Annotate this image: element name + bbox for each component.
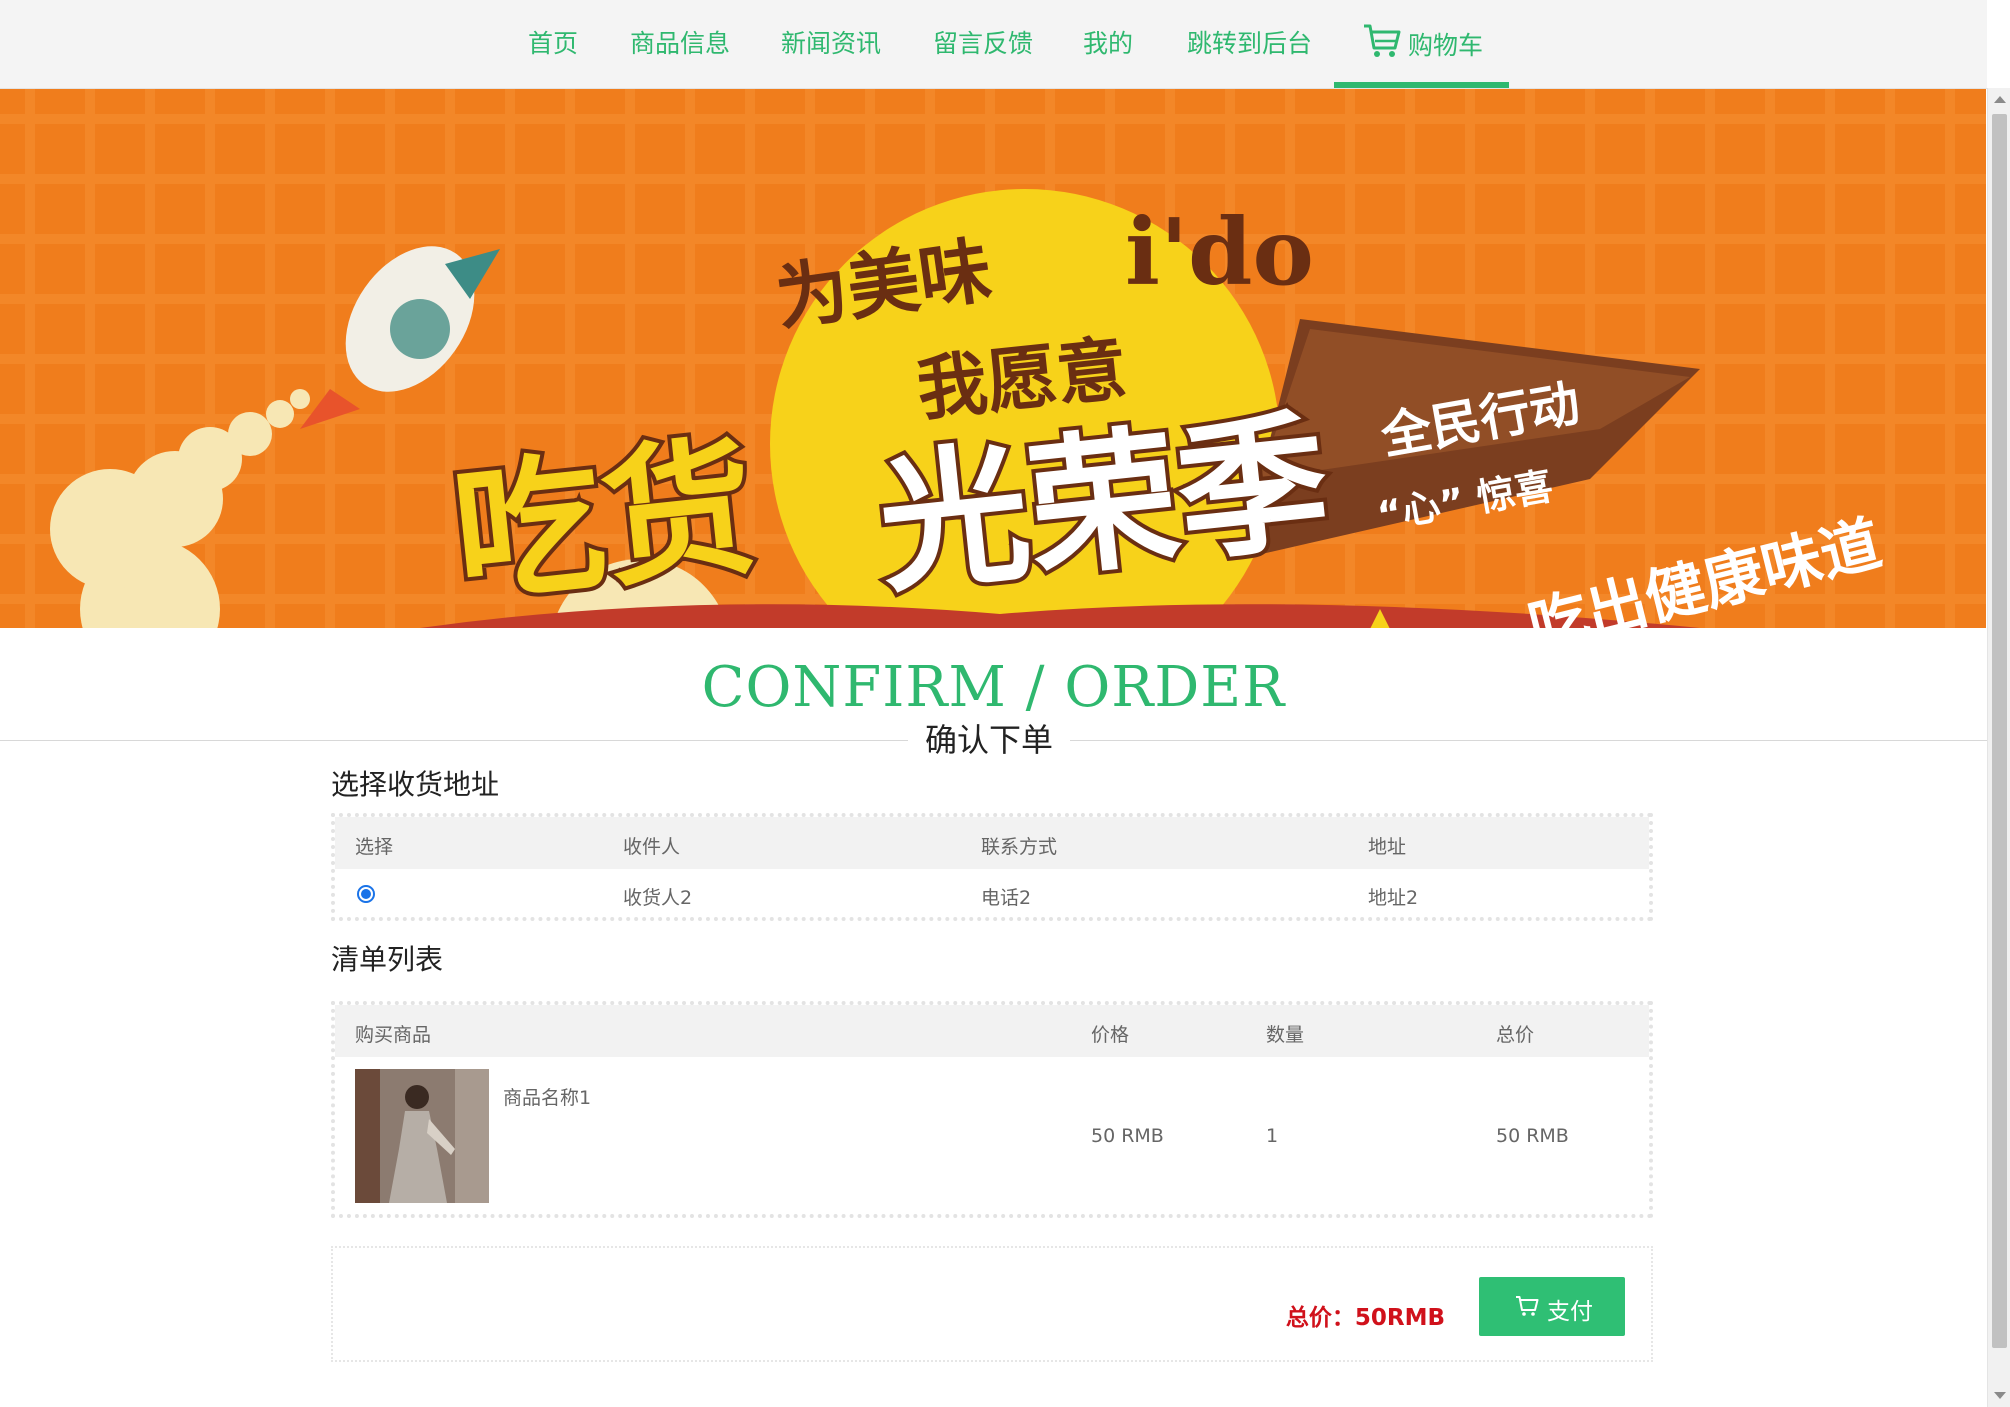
page-title-zh: 确认下单 [908,720,1070,760]
scroll-down-arrow-icon[interactable] [1994,1392,2006,1399]
address-col-recipient: 收件人 [623,836,681,858]
banner-brand: i'do [1125,198,1314,306]
order-col-price: 价格 [1091,1024,1130,1046]
scroll-up-arrow-icon[interactable] [1994,96,2006,103]
address-text: 地址2 [1368,887,1419,909]
order-section-title: 清单列表 [331,943,444,976]
address-section-title: 选择收货地址 [331,768,500,801]
banner-headline-a: 吃货 [446,420,763,624]
nav-active-indicator [1334,82,1509,88]
product-photo [355,1069,489,1203]
nav-admin[interactable]: 跳转到后台 [1187,0,1312,88]
pay-button-label: 支付 [1547,1299,1593,1325]
address-contact: 电话2 [981,887,1032,909]
address-col-contact: 联系方式 [981,836,1058,858]
product-name[interactable]: 商品名称1 [503,1083,591,1110]
total-price: 总价：50RMB [1285,1305,1445,1331]
order-col-total: 总价 [1496,1024,1535,1046]
nav-feedback[interactable]: 留言反馈 [933,0,1033,88]
order-col-qty: 数量 [1266,1024,1305,1046]
address-radio-checked-dot [361,889,371,899]
address-col-address: 地址 [1368,836,1407,858]
address-recipient: 收货人2 [623,887,693,909]
page-title-en: CONFIRM / ORDER [701,655,1286,720]
order-table: 购买商品 价格 数量 总价 商品名称1 50 RMB 1 50 RMB [331,1001,1653,1218]
address-radio[interactable] [357,885,375,903]
product-total: 50 RMB [1496,1125,1569,1147]
order-table-header: 购买商品 价格 数量 总价 [335,1005,1649,1057]
nav-cart-label: 购物车 [1408,31,1484,60]
payment-panel: 总价：50RMB 支付 [331,1246,1653,1362]
cart-icon [1516,1296,1539,1316]
pay-button[interactable]: 支付 [1479,1277,1625,1336]
banner-artwork: 为美味 我愿意 i'do 吃货 光荣季 全民行动 “心” 惊喜 吃出健康味道 [0,89,1986,628]
address-table: 选择 收件人 联系方式 地址 收货人2 电话2 地址2 [331,813,1653,921]
address-col-select: 选择 [355,836,394,858]
nav-products[interactable]: 商品信息 [630,0,730,88]
order-col-product: 购买商品 [355,1024,432,1046]
nav-home[interactable]: 首页 [528,0,578,88]
page-scrollbar[interactable] [1987,88,2010,1407]
nav-cart[interactable]: 购物车 [1334,0,1509,88]
nav-mine[interactable]: 我的 [1083,0,1133,88]
promo-banner[interactable]: 为美味 我愿意 i'do 吃货 光荣季 全民行动 “心” 惊喜 吃出健康味道 [0,89,1986,628]
nav-news[interactable]: 新闻资讯 [781,0,881,88]
top-navigation: 首页 商品信息 新闻资讯 留言反馈 我的 跳转到后台 购物车 [0,0,1987,89]
address-table-header: 选择 收件人 联系方式 地址 [335,817,1649,869]
product-price: 50 RMB [1091,1125,1164,1147]
cart-icon [1364,24,1401,57]
scroll-thumb[interactable] [1992,114,2007,1348]
product-thumbnail[interactable] [355,1069,489,1203]
product-qty: 1 [1266,1125,1279,1147]
